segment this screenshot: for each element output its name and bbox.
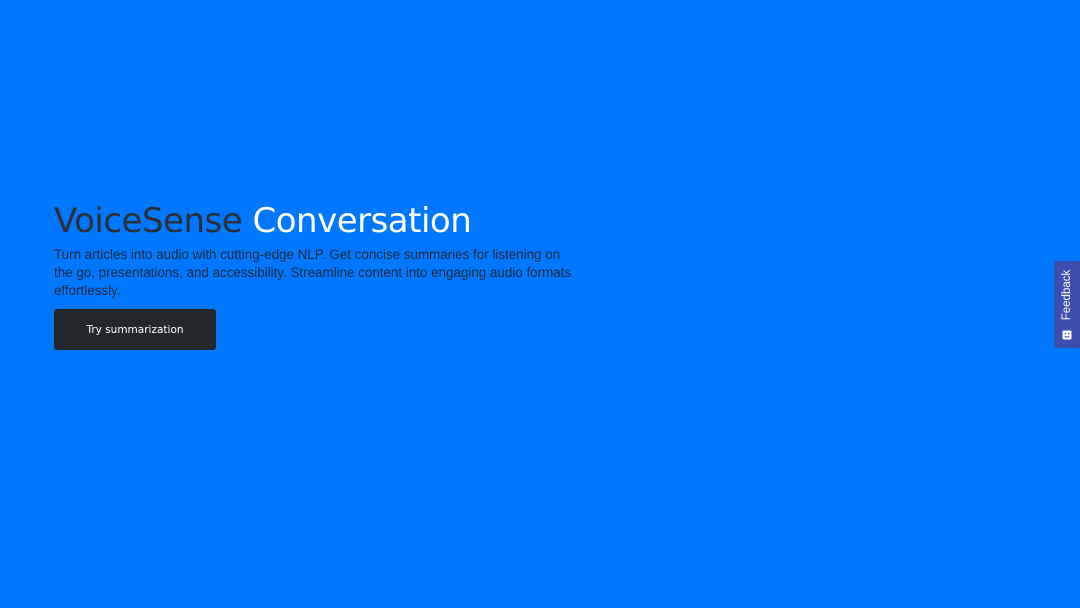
try-summarization-button[interactable]: Try summarization [54,309,216,350]
title-rest: Conversation [242,201,472,241]
smiley-icon [1062,327,1072,340]
feedback-tab[interactable]: Feedback [1054,261,1080,348]
page-title: VoiceSense Conversation [54,199,594,243]
hero-description: Turn articles into audio with cutting-ed… [54,247,572,298]
hero-section: VoiceSense Conversation Turn articles in… [54,199,594,300]
brand-name: VoiceSense [54,201,243,241]
feedback-label: Feedback [1061,269,1073,321]
